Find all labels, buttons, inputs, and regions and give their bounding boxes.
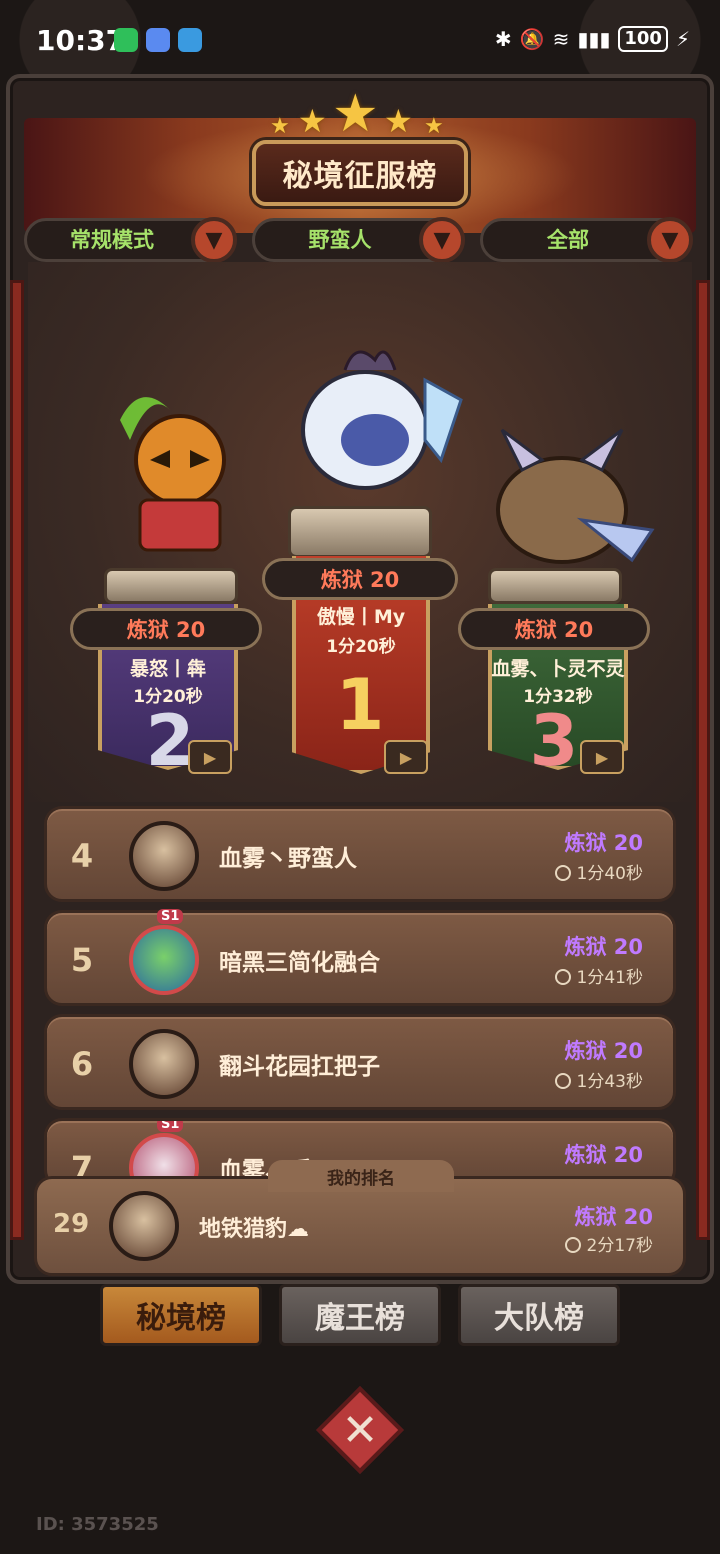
- frame-left-rail: [10, 280, 24, 1240]
- mute-icon: 🔕: [519, 27, 545, 51]
- video-icon: ▶: [399, 747, 413, 767]
- close-icon: ✕: [341, 1404, 379, 1456]
- player-name-first[interactable]: 傲慢丨My: [292, 602, 430, 629]
- my-level: 炼狱 20: [574, 1205, 653, 1229]
- season-badge: S1: [157, 1121, 184, 1132]
- status-icons: ✱ 🔕 ≋ ▮▮▮ 100 ⚡: [495, 26, 690, 52]
- avatar[interactable]: [129, 1029, 199, 1099]
- star-icon: ★: [384, 102, 413, 140]
- table-row[interactable]: 5 S1 暗黑三简化融合 炼狱 20 1分41秒: [44, 909, 676, 1006]
- music-icon: [146, 28, 170, 52]
- video-icon: ▶: [595, 747, 609, 767]
- row-time-value: 1分43秒: [576, 1072, 643, 1092]
- browser-icon: [178, 28, 202, 52]
- my-time-value: 2分17秒: [586, 1236, 653, 1256]
- bluetooth-icon: ✱: [494, 27, 512, 51]
- avatar[interactable]: [109, 1191, 179, 1261]
- star-icon: ★: [270, 114, 290, 139]
- row-level: 炼狱 20: [564, 935, 643, 959]
- close-button[interactable]: ✕: [316, 1386, 404, 1474]
- star-icon: ★: [332, 84, 379, 144]
- clock-icon: [554, 865, 571, 881]
- clock-icon: [554, 969, 571, 985]
- level-tag-second: 炼狱 20: [70, 608, 262, 650]
- row-level: 炼狱 20: [564, 831, 643, 855]
- wifi-icon: ≋: [552, 27, 570, 51]
- row-level: 炼狱 20: [564, 1143, 643, 1167]
- avatar[interactable]: [129, 821, 199, 891]
- yeti-hero-avatar[interactable]: [285, 340, 465, 510]
- signal-icon: ▮▮▮: [577, 27, 611, 51]
- clock-icon: [564, 1237, 581, 1253]
- row-time-value: 1分40秒: [576, 864, 643, 884]
- row-time: 1分41秒: [554, 963, 643, 988]
- table-row[interactable]: 4 血雾丶野蛮人 炼狱 20 1分40秒: [44, 806, 676, 902]
- chevron-down-icon[interactable]: ▼: [647, 217, 693, 263]
- level-tag-first: 炼狱 20: [262, 558, 458, 600]
- battery-icon: 100: [618, 26, 668, 52]
- row-player-name: 翻斗花园扛把子: [219, 1054, 380, 1080]
- pedestal-first: [288, 506, 432, 558]
- rank-number-third: 3: [529, 700, 579, 782]
- season-badge: S1: [157, 909, 184, 924]
- row-rank: 4: [70, 837, 94, 875]
- filter-mode-dropdown[interactable]: 常规模式 ▼: [24, 217, 237, 263]
- row-player-name: 血雾丶野蛮人: [219, 846, 357, 872]
- filter-scope-label: 全部: [547, 228, 589, 252]
- clock-icon: [554, 1073, 571, 1089]
- pedestal-second: [104, 568, 238, 604]
- star-icon: ★: [424, 114, 444, 139]
- filter-scope-dropdown[interactable]: 全部 ▼: [480, 217, 693, 263]
- pedestal-third: [488, 568, 622, 604]
- row-time: 1分40秒: [554, 859, 643, 884]
- row-rank: 5: [70, 941, 94, 979]
- tab-secret-realm[interactable]: 秘境榜: [100, 1284, 262, 1346]
- row-rank: 6: [70, 1045, 94, 1083]
- chevron-down-icon[interactable]: ▼: [419, 217, 465, 263]
- my-rank-tab-label: 我的排名: [268, 1160, 454, 1192]
- table-row[interactable]: 6 翻斗花园扛把子 炼狱 20 1分43秒: [44, 1014, 676, 1110]
- level-tag-third: 炼狱 20: [458, 608, 650, 650]
- pumpkin-hero-avatar[interactable]: [90, 380, 270, 560]
- row-level: 炼狱 20: [564, 1039, 643, 1063]
- clock-time: 10:37: [36, 24, 126, 57]
- filter-mode-label: 常规模式: [70, 228, 154, 252]
- filter-class-dropdown[interactable]: 野蛮人 ▼: [252, 217, 465, 263]
- video-icon: ▶: [203, 747, 217, 767]
- stars-decoration: ★ ★ ★ ★ ★: [270, 84, 450, 144]
- avatar[interactable]: [129, 925, 199, 995]
- leaderboard-tabs: 秘境榜 魔王榜 大队榜: [0, 1284, 720, 1354]
- row-player-name: 暗黑三简化融合: [219, 950, 380, 976]
- replay-video-button-second[interactable]: ▶: [188, 740, 232, 774]
- player-name-second[interactable]: 暴怒丨犇: [98, 654, 238, 681]
- tab-demon-king[interactable]: 魔王榜: [279, 1284, 441, 1346]
- charging-icon: ⚡: [675, 27, 690, 51]
- tab-squad[interactable]: 大队榜: [458, 1284, 620, 1346]
- player-time-first: 1分20秒: [326, 637, 396, 657]
- page-title: 秘境征服榜: [252, 140, 468, 206]
- row-time-value: 1分41秒: [576, 968, 643, 988]
- chevron-down-icon[interactable]: ▼: [191, 217, 237, 263]
- my-time: 2分17秒: [564, 1231, 653, 1256]
- filter-class-label: 野蛮人: [308, 228, 372, 252]
- page-title-text: 秘境征服榜: [282, 159, 438, 194]
- user-id: ID: 3573525: [36, 1514, 159, 1535]
- replay-video-button-third[interactable]: ▶: [580, 740, 624, 774]
- rank-number-first: 1: [335, 664, 385, 746]
- star-icon: ★: [298, 102, 327, 140]
- player-name-third[interactable]: 血雾、卜灵不灵: [474, 654, 642, 681]
- frame-right-rail: [696, 280, 710, 1240]
- replay-video-button-first[interactable]: ▶: [384, 740, 428, 774]
- row-time: 1分43秒: [554, 1067, 643, 1092]
- wechat-icon: [114, 28, 138, 52]
- my-rank-number: 29: [53, 1209, 90, 1239]
- armored-hero-avatar[interactable]: [462, 420, 662, 590]
- status-bar: 10:37 ✱ 🔕 ≋ ▮▮▮ 100 ⚡: [0, 0, 720, 80]
- my-player-name: 地铁猎豹☁: [199, 1217, 310, 1242]
